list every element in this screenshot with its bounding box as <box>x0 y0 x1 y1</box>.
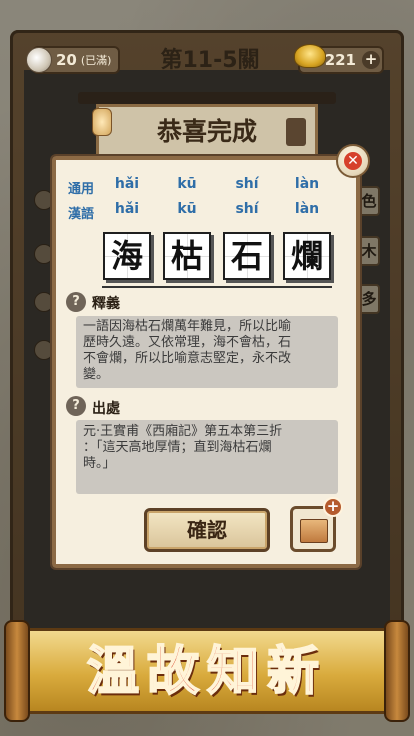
close-button[interactable]: ✕ <box>336 144 370 178</box>
brush-holder-icon <box>286 118 306 146</box>
idiom-char: 海 <box>103 232 151 280</box>
source-panel: 元·王實甫《西廂記》第五本第三折 ：「這天高地厚情；直到海枯石爛 時。」 <box>76 420 338 494</box>
scroll-title: 溫故知新 <box>86 640 327 703</box>
meaning-title: 釋義 <box>92 296 120 312</box>
confirm-button[interactable]: 確認 <box>144 508 270 552</box>
pinyin-common: shí <box>235 176 259 192</box>
meaning-panel: 一語因海枯石爛萬年難見，所以比喻 歷時久遠。又依常理，海不會枯，石 不會爛，所以… <box>76 316 338 388</box>
banner-roof <box>78 92 336 104</box>
scroll-roll-right <box>384 620 410 722</box>
source-title: 出處 <box>92 401 120 417</box>
pinyin-hanyu: hǎi <box>114 201 140 217</box>
level-title: 第11-5關 <box>160 48 260 73</box>
pinyin-label-hanyu: 漢語 <box>68 207 95 222</box>
gold-ingot-icon <box>294 44 326 68</box>
source-line: 元·王實甫《西廂記》第五本第三折 <box>83 424 283 439</box>
pinyin-hanyu: kū <box>177 201 197 217</box>
gold-counter[interactable]: 221 + <box>294 44 384 74</box>
idiom-char: 石 <box>223 232 271 280</box>
meaning-line: 不會爛，所以比喻意志堅定，永不改 <box>83 351 292 366</box>
add-gold-button[interactable]: + <box>362 51 380 69</box>
source-line: ：「這天高地厚情；直到海枯石爛 <box>83 440 272 455</box>
pinyin-common: kū <box>177 176 197 192</box>
pinyin-common: làn <box>294 176 320 192</box>
bowl-status: (已滿) <box>80 54 112 67</box>
question-icon: ? <box>66 292 86 312</box>
bowl-count: 20 <box>56 51 77 69</box>
gold-count: 221 <box>324 51 356 69</box>
idiom-char: 爛 <box>283 232 331 280</box>
meaning-line: 一語因海枯石爛萬年難見，所以比喻 <box>83 319 292 334</box>
scroll-roll-left <box>4 620 30 722</box>
meaning-line: 變。 <box>83 367 110 382</box>
divider <box>102 286 332 288</box>
lantern-icon <box>92 108 112 136</box>
book-icon <box>300 519 328 543</box>
bowl-counter[interactable]: 20 (已滿) <box>26 46 120 74</box>
question-icon: ? <box>66 396 86 416</box>
pinyin-label-common: 通用 <box>68 182 95 197</box>
source-line: 時。」 <box>83 456 116 471</box>
pinyin-hanyu: shí <box>235 201 259 217</box>
congrats-banner: 恭喜完成 <box>96 104 318 158</box>
close-icon: ✕ <box>344 152 362 170</box>
pinyin-hanyu: làn <box>294 201 320 217</box>
pinyin-common: hǎi <box>114 176 140 192</box>
idiom-book-button[interactable]: + <box>290 497 343 552</box>
meaning-line: 歷時久遠。又依常理，海不會枯，石 <box>83 335 292 350</box>
plus-icon: + <box>323 497 343 517</box>
rice-bowl-icon <box>26 47 52 73</box>
idiom-char: 枯 <box>163 232 211 280</box>
